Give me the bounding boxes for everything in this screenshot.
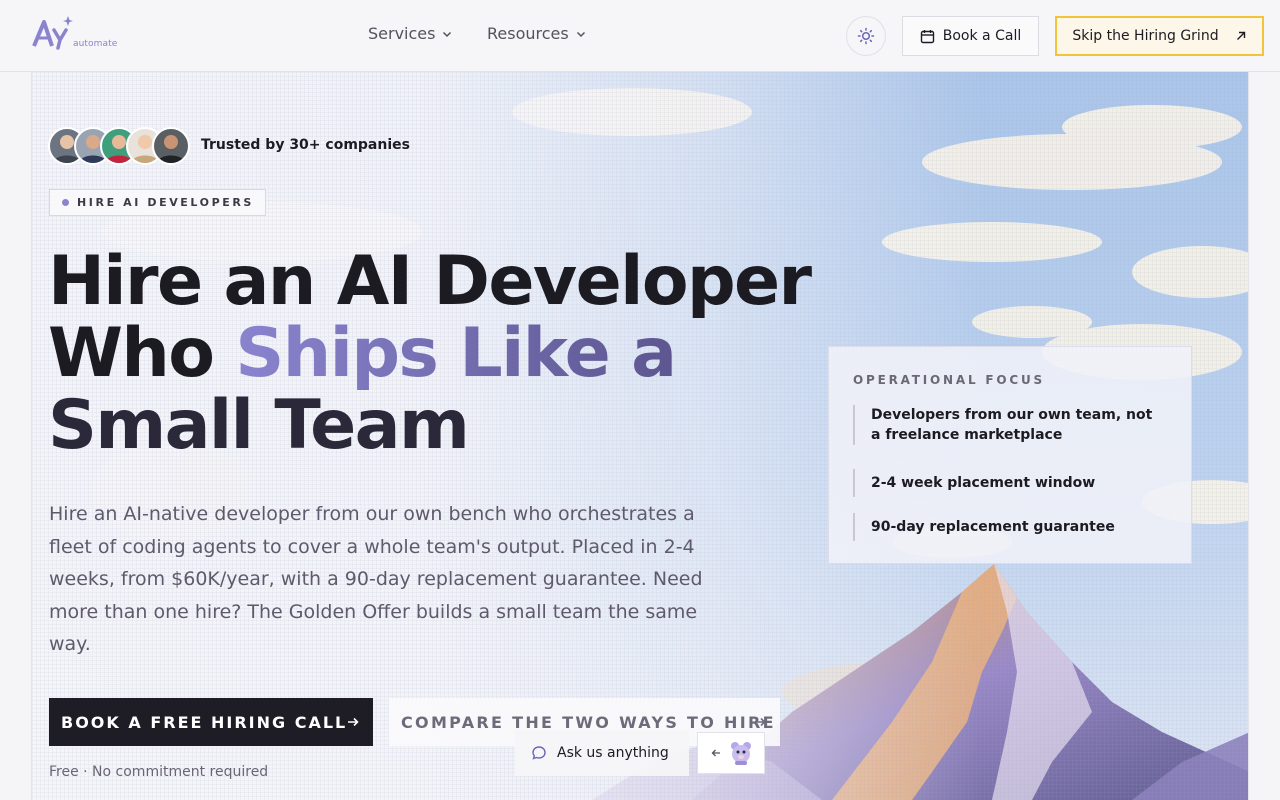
compare-ways-to-hire-label: COMPARE THE TWO WAYS TO HIRE	[401, 712, 776, 732]
book-a-call-label: Book a Call	[942, 28, 1022, 44]
hero-headline: Hire an AI Developer Who Ships Like a Sm…	[48, 246, 828, 462]
skip-hiring-grind-button[interactable]: Skip the Hiring Grind	[1055, 16, 1264, 56]
focus-item: Developers from our own team, not a free…	[853, 405, 1153, 445]
hero-section: Trusted by 30+ companies HIRE AI DEVELOP…	[31, 72, 1249, 800]
book-free-hiring-call-button[interactable]: BOOK A FREE HIRING CALL	[49, 698, 373, 746]
ask-us-anything-button[interactable]: Ask us anything	[515, 730, 689, 776]
hire-ai-developers-badge: HIRE AI DEVELOPERS	[49, 189, 266, 216]
trusted-by-text: Trusted by 30+ companies	[201, 137, 410, 153]
arrow-up-right-icon	[1236, 31, 1245, 40]
focus-item: 2-4 week placement window	[853, 469, 1153, 497]
logo[interactable]: automate	[32, 16, 117, 52]
chat-collapse-button[interactable]	[697, 732, 765, 774]
customer-avatar-stack	[48, 127, 192, 165]
calendar-icon	[920, 29, 934, 43]
operational-focus-card: OPERATIONAL FOCUS Developers from our ow…	[828, 346, 1192, 564]
ask-us-anything-label: Ask us anything	[557, 745, 669, 761]
hero-description: Hire an AI-native developer from our own…	[49, 503, 703, 655]
nav-resources-label: Resources	[487, 24, 569, 43]
headline-line-3: Small Team	[48, 386, 470, 465]
nav-services-label: Services	[368, 24, 436, 43]
badge-label: HIRE AI DEVELOPERS	[77, 196, 254, 209]
chevron-down-icon	[576, 31, 585, 37]
headline-line-1: Hire an AI Developer	[48, 242, 812, 321]
sun-icon	[857, 27, 875, 45]
top-navigation-bar: automate Services Resources Book a Call	[0, 0, 1280, 72]
chat-bubble-icon	[532, 746, 546, 760]
arrow-right-icon	[755, 717, 766, 727]
headline-line-2-start: Who	[48, 314, 236, 393]
theme-toggle-button[interactable]	[846, 16, 886, 56]
skip-hiring-grind-label: Skip the Hiring Grind	[1072, 28, 1219, 44]
book-a-call-button[interactable]: Book a Call	[902, 16, 1039, 56]
book-free-hiring-call-label: BOOK A FREE HIRING CALL	[61, 712, 348, 732]
arrow-left-icon	[711, 749, 720, 757]
nav-resources-menu[interactable]: Resources	[487, 24, 587, 43]
avatar	[152, 127, 190, 165]
logo-wordmark: automate	[73, 39, 118, 49]
cta-note: Free · No commitment required	[49, 764, 269, 780]
operational-focus-title: OPERATIONAL FOCUS	[853, 373, 1045, 387]
focus-item: 90-day replacement guarantee	[853, 513, 1153, 541]
mascot-icon	[731, 742, 751, 765]
arrow-right-icon	[348, 717, 359, 727]
headline-accent: Ships Like a	[235, 314, 677, 393]
nav-services-menu[interactable]: Services	[368, 24, 453, 43]
chevron-down-icon	[443, 31, 452, 37]
badge-dot-icon	[62, 199, 69, 206]
